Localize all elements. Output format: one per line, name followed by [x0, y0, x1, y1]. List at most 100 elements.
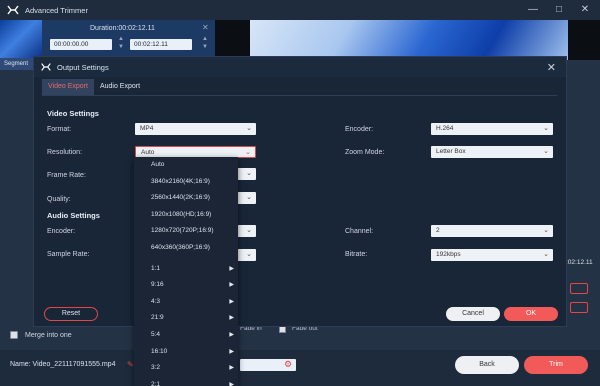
channel-value: 2 [436, 227, 440, 234]
audio-settings-heading: Audio Settings [47, 211, 100, 220]
submenu-arrow-icon: ▶ [229, 331, 234, 338]
gear-icon[interactable]: ⚙ [284, 359, 292, 370]
trim-button[interactable]: Trim [524, 356, 588, 374]
video-encoder-select[interactable]: H.264 ⌄ [431, 123, 553, 135]
ok-button[interactable]: OK [504, 307, 558, 321]
resolution-option[interactable]: 3840x2160(4K;16:9) [134, 174, 238, 191]
merge-label: Merge into one [25, 331, 72, 339]
start-time-input[interactable]: 00:00:00.00 [50, 39, 112, 50]
channel-label: Channel: [345, 228, 374, 235]
resolution-option[interactable]: 9:16 ▶ [134, 277, 238, 294]
resolution-option-label: 2:1 [151, 380, 161, 386]
resolution-option-label: 9:16 [151, 281, 164, 289]
resolution-option-label: 5:4 [151, 330, 161, 338]
submenu-arrow-icon: ▶ [229, 265, 234, 272]
submenu-arrow-icon: ▶ [229, 315, 234, 322]
app-title: Advanced Trimmer [25, 5, 88, 15]
start-stepper-down-icon[interactable]: ▼ [118, 44, 124, 50]
merge-row: Merge into one [10, 331, 72, 339]
resolution-label: Resolution: [47, 149, 83, 156]
tab-divider [42, 95, 557, 96]
video-encoder-label: Encoder: [345, 126, 374, 133]
resolution-dropdown-list: Auto 3840x2160(4K;16:9) 2560x1440(2K;16:9)… [134, 157, 238, 386]
timeline-control[interactable] [570, 283, 588, 294]
end-stepper-down-icon[interactable]: ▼ [202, 44, 208, 50]
zoom-mode-select[interactable]: Letter Box ⌄ [431, 146, 553, 158]
bitrate-select[interactable]: 192kbps ⌄ [431, 249, 553, 261]
output-settings-dialog: Output Settings ✕ Video Export Audio Exp… [33, 56, 567, 327]
fade-out-checkbox[interactable] [279, 326, 286, 333]
end-stepper-up-icon[interactable]: ▲ [202, 36, 208, 42]
resolution-option-label: Auto [151, 161, 165, 168]
start-stepper-up-icon[interactable]: ▲ [118, 36, 124, 42]
channel-select[interactable]: 2 ⌄ [431, 225, 553, 237]
resolution-option-label: 640x360(360P;16:9) [151, 243, 210, 251]
preview-letterbox-right [568, 20, 600, 60]
chevron-down-icon: ⌄ [246, 227, 252, 234]
resolution-option[interactable]: 2560x1440(2K;16:9) [134, 190, 238, 207]
chevron-down-icon: ⌄ [543, 227, 549, 234]
segment-label: Segment [0, 58, 36, 70]
audio-encoder-label: Encoder: [47, 228, 76, 235]
frame-rate-label: Frame Rate: [47, 172, 86, 179]
resolution-option[interactable]: 1:1 ▶ [134, 261, 238, 278]
reset-button[interactable]: Reset [44, 307, 98, 321]
maximize-icon[interactable]: □ [552, 3, 566, 17]
resolution-option-label: 3:2 [151, 364, 161, 372]
format-label: Format: [47, 126, 72, 133]
resolution-option[interactable]: Auto [134, 157, 238, 174]
resolution-value: Auto [141, 149, 155, 156]
video-settings-heading: Video Settings [47, 109, 99, 118]
video-encoder-value: H.264 [436, 125, 454, 132]
tab-audio-export[interactable]: Audio Export [94, 79, 146, 95]
timeline-control-2[interactable] [570, 302, 588, 313]
zoom-mode-value: Letter Box [436, 148, 466, 155]
video-preview [250, 20, 568, 60]
sample-rate-label: Sample Rate: [47, 251, 90, 258]
chevron-down-icon: ⌄ [543, 148, 549, 155]
tab-video-export[interactable]: Video Export [42, 79, 94, 95]
resolution-option[interactable]: 21:9 ▶ [134, 310, 238, 327]
app-logo-icon [41, 63, 51, 71]
segment-thumbnail[interactable] [0, 20, 42, 60]
edit-name-icon[interactable]: ✎ [127, 360, 134, 369]
resolution-option-label: 16:10 [151, 347, 168, 355]
format-select[interactable]: MP4 ⌄ [135, 123, 256, 135]
resolution-option[interactable]: 5:4 ▶ [134, 327, 238, 344]
resolution-option[interactable]: 16:10 ▶ [134, 344, 238, 361]
chevron-down-icon: ⌄ [543, 251, 549, 258]
resolution-option[interactable]: 3:2 ▶ [134, 360, 238, 377]
submenu-arrow-icon: ▶ [229, 381, 234, 386]
bitrate-value: 192kbps [436, 251, 461, 258]
submenu-arrow-icon: ▶ [229, 282, 234, 289]
resolution-option-label: 2560x1440(2K;16:9) [151, 194, 210, 202]
close-icon[interactable]: ✕ [547, 61, 556, 74]
resolution-option[interactable]: 1280x720(720P;16:9) [134, 223, 238, 240]
back-button[interactable]: Back [455, 356, 519, 374]
resolution-option[interactable]: 1920x1080(HD;16:9) [134, 207, 238, 224]
merge-checkbox[interactable] [10, 331, 18, 339]
cancel-button[interactable]: Cancel [446, 307, 500, 321]
resolution-option[interactable]: 640x360(360P;16:9) [134, 240, 238, 257]
resolution-option[interactable]: 4:3 ▶ [134, 294, 238, 311]
minimize-icon[interactable]: — [526, 3, 540, 17]
end-time-input[interactable]: 00:02:12.11 [130, 39, 192, 50]
chevron-down-icon: ⌄ [246, 194, 252, 201]
bitrate-label: Bitrate: [345, 251, 368, 258]
chevron-down-icon: ⌄ [246, 125, 252, 132]
resolution-option-label: 21:9 [151, 314, 164, 322]
tab-bar: Video Export Audio Export [42, 79, 146, 95]
preview-letterbox-left [215, 20, 250, 60]
submenu-arrow-icon: ▶ [229, 348, 234, 355]
segment-close-icon[interactable]: ✕ [202, 23, 209, 32]
chevron-down-icon: ⌄ [246, 170, 252, 177]
close-icon[interactable]: ✕ [578, 3, 592, 17]
chevron-down-icon: ⌄ [543, 125, 549, 132]
resolution-option-label: 1:1 [151, 264, 161, 272]
title-bar: Advanced Trimmer — □ ✕ [0, 0, 600, 20]
resolution-option-label: 4:3 [151, 297, 161, 305]
chevron-up-icon: ⌄ [245, 149, 251, 156]
submenu-arrow-icon: ▶ [229, 365, 234, 372]
quality-label: Quality: [47, 196, 71, 203]
resolution-option[interactable]: 2:1 ▶ [134, 377, 238, 386]
